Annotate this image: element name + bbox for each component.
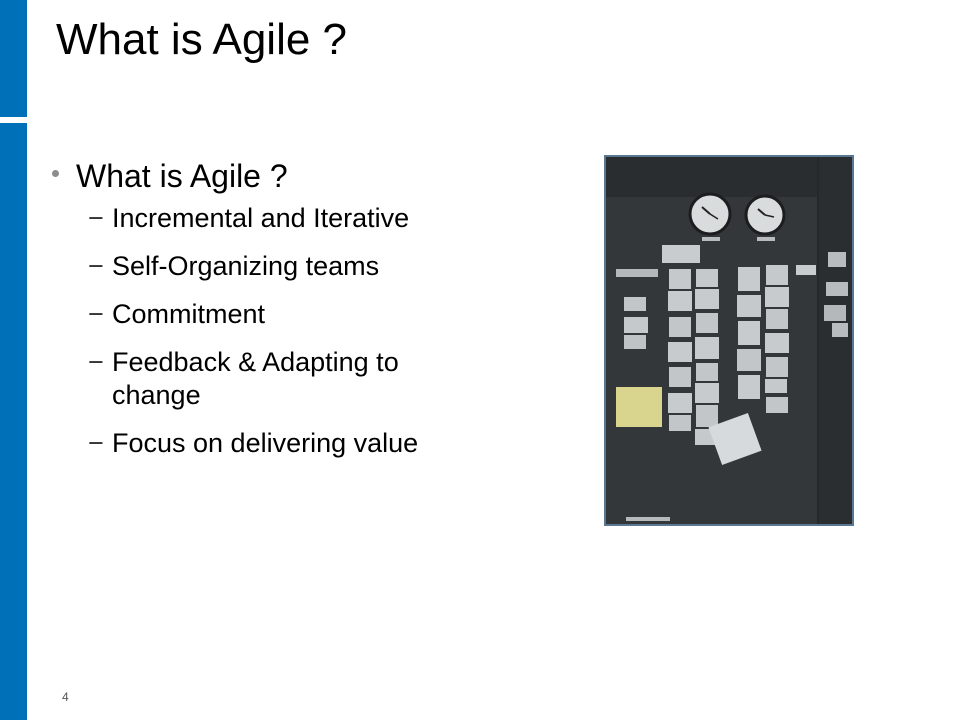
page-number: 4 [62,690,69,704]
sub-bullet-text: Self-Organizing teams [112,251,380,281]
dash-icon: − [88,203,104,233]
dash-icon: − [88,428,104,458]
sub-bullet-text: Feedback & Adapting to change [112,347,399,410]
sub-bullet-text: Focus on delivering value [112,428,419,458]
sub-bullet-text: Commitment [112,299,266,329]
dash-icon: − [88,299,104,329]
sub-bullet-item: − Focus on delivering value [52,427,492,460]
accent-bar-top [0,0,27,117]
slide-title: What is Agile ? [56,15,348,64]
bullet-item: What is Agile ? [52,156,492,196]
sub-bullet-item: − Feedback & Adapting to change [52,346,492,412]
bullet-text: What is Agile ? [76,158,288,194]
sub-bullet-list: − Incremental and Iterative − Self-Organ… [52,202,492,460]
accent-bar-side [0,123,27,720]
sub-bullet-item: − Commitment [52,298,492,331]
slide-content: What is Agile ? − Incremental and Iterat… [52,156,492,475]
task-board-photo [604,155,854,526]
dash-icon: − [88,251,104,281]
bullet-dot-icon [52,170,59,177]
dash-icon: − [88,347,104,377]
sub-bullet-item: − Self-Organizing teams [52,250,492,283]
sub-bullet-text: Incremental and Iterative [112,203,410,233]
sub-bullet-item: − Incremental and Iterative [52,202,492,235]
